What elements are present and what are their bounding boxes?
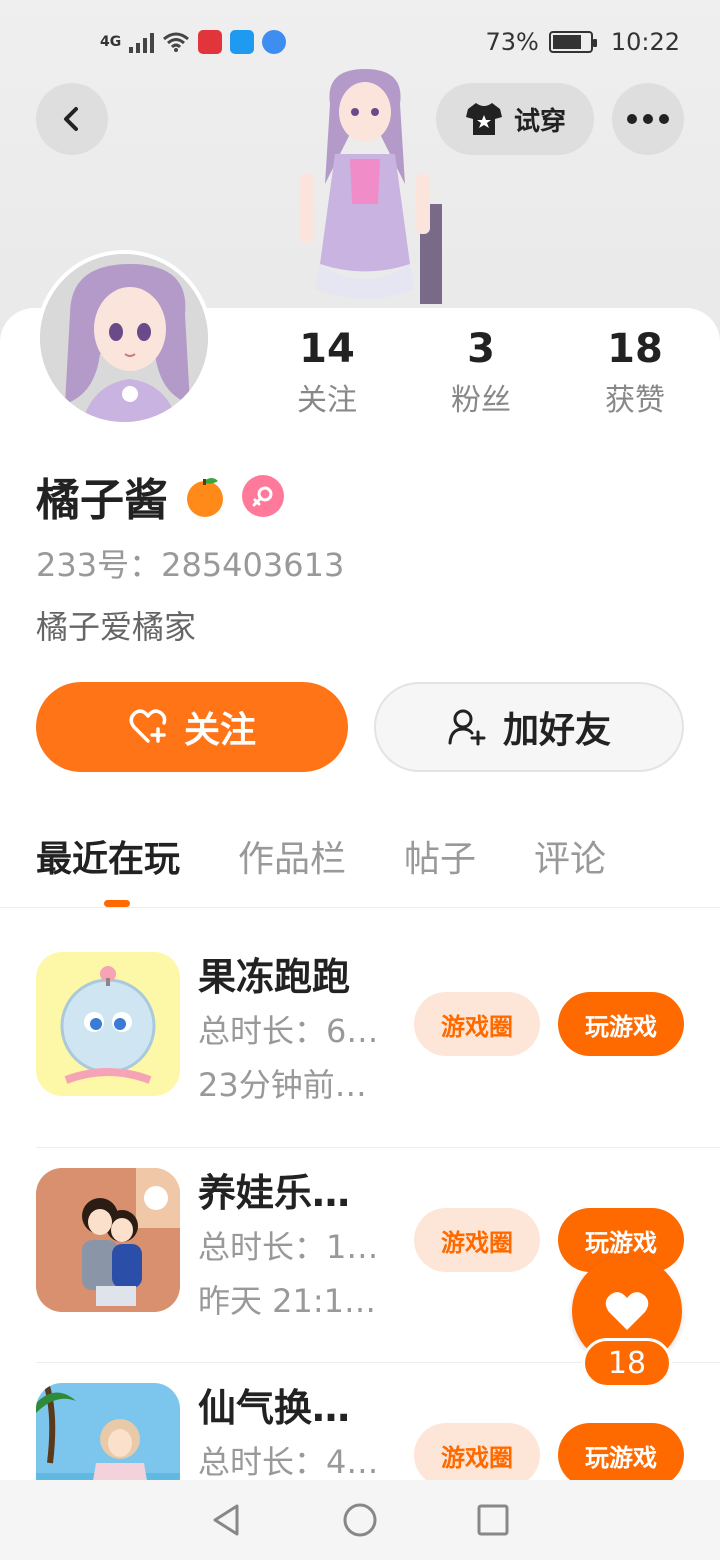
- tab-comments[interactable]: 评论: [534, 830, 606, 890]
- battery-percent: 73%: [485, 28, 539, 56]
- user-id-label: 233号：: [36, 546, 162, 584]
- tab-works[interactable]: 作品栏: [238, 830, 346, 890]
- profile-tabs: 最近在玩 作品栏 帖子 评论: [36, 830, 606, 890]
- likes-label: 获赞: [605, 383, 665, 418]
- female-gender-icon: [242, 475, 284, 517]
- game-duration: 总时长：6…: [198, 1012, 379, 1050]
- book-app-icon: [198, 30, 223, 54]
- status-right: 73% 10:22: [485, 28, 680, 56]
- tabs-divider: [0, 907, 720, 908]
- signal-icon: [129, 31, 155, 53]
- character-avatar-illustration: [300, 69, 442, 304]
- nav-back-icon[interactable]: [209, 1502, 245, 1538]
- stat-likes[interactable]: 18 获赞: [558, 320, 712, 430]
- name-row: 橘子酱: [36, 466, 284, 526]
- game-title: 养娃乐…: [198, 1171, 351, 1215]
- add-user-icon: [448, 709, 486, 746]
- follow-button[interactable]: 关注: [36, 682, 348, 772]
- fans-count: 3: [467, 326, 495, 372]
- tab-posts[interactable]: 帖子: [404, 830, 476, 890]
- user-id: 233号：285403613: [36, 540, 344, 586]
- game-circle-button[interactable]: 游戏圈: [414, 1208, 540, 1272]
- heart-plus-icon: [129, 709, 167, 743]
- status-left: 4G: [100, 30, 287, 54]
- likes-count: 18: [607, 326, 663, 372]
- fans-label: 粉丝: [451, 383, 511, 418]
- nav-recents-icon[interactable]: [475, 1502, 511, 1538]
- game-circle-button[interactable]: 游戏圈: [414, 1423, 540, 1487]
- add-friend-label: 加好友: [502, 710, 611, 751]
- back-button[interactable]: [36, 83, 108, 155]
- profile-stats: 14 关注 3 粉丝 18 获赞: [250, 320, 720, 430]
- network-type: 4G: [100, 34, 122, 50]
- follow-label: 关注: [183, 710, 256, 751]
- username: 橘子酱: [36, 475, 168, 526]
- tshirt-icon: [465, 103, 502, 135]
- stat-fans[interactable]: 3 粉丝: [404, 320, 558, 430]
- game-title: 果冻跑跑: [198, 955, 351, 999]
- user-bio: 橘子爱橘家: [36, 608, 197, 646]
- heart-icon: [605, 1292, 649, 1330]
- avatar-image: [40, 254, 208, 422]
- search-app-icon: [230, 30, 255, 54]
- game-row-1[interactable]: 果冻跑跑 总时长：6… 23分钟前… 游戏圈 玩游戏: [0, 932, 720, 1147]
- game-duration: 总时长：4…: [198, 1443, 379, 1481]
- play-game-button[interactable]: 玩游戏: [558, 1423, 684, 1487]
- chevron-left-icon: [64, 107, 78, 131]
- system-navigation-bar: [0, 1480, 720, 1560]
- browser-app-icon: [262, 30, 287, 54]
- clock: 10:22: [610, 28, 680, 56]
- add-friend-button[interactable]: 加好友: [374, 682, 684, 772]
- game-last-played: 昨天 21:1…: [198, 1282, 377, 1320]
- wifi-icon: [163, 32, 190, 52]
- tangerine-emoji-icon: [187, 478, 223, 517]
- game-icon-baby-raising[interactable]: [36, 1168, 180, 1312]
- nav-home-icon[interactable]: [342, 1502, 378, 1538]
- game-last-played: 23分钟前…: [198, 1066, 367, 1104]
- recent-games-list: 果冻跑跑 总时长：6… 23分钟前… 游戏圈 玩游戏 养娃乐… 总时长：1… 昨…: [0, 932, 720, 1560]
- active-tab-indicator: [104, 900, 130, 907]
- following-count: 14: [299, 326, 355, 372]
- tab-recently-played[interactable]: 最近在玩: [36, 830, 180, 890]
- avatar[interactable]: [36, 250, 212, 426]
- game-circle-button[interactable]: 游戏圈: [414, 992, 540, 1056]
- more-dots-icon: [627, 114, 669, 124]
- game-title: 仙气换…: [198, 1386, 351, 1430]
- user-id-value: 285403613: [161, 546, 345, 584]
- game-duration: 总时长：1…: [198, 1228, 379, 1266]
- play-game-button[interactable]: 玩游戏: [558, 992, 684, 1056]
- game-icon-jelly-run[interactable]: [36, 952, 180, 1096]
- stat-following[interactable]: 14 关注: [250, 320, 404, 430]
- battery-icon: [548, 31, 597, 53]
- more-button[interactable]: [612, 83, 684, 155]
- try-on-label: 试穿: [513, 106, 566, 137]
- following-label: 关注: [297, 383, 357, 418]
- like-count-badge: 18: [582, 1338, 672, 1388]
